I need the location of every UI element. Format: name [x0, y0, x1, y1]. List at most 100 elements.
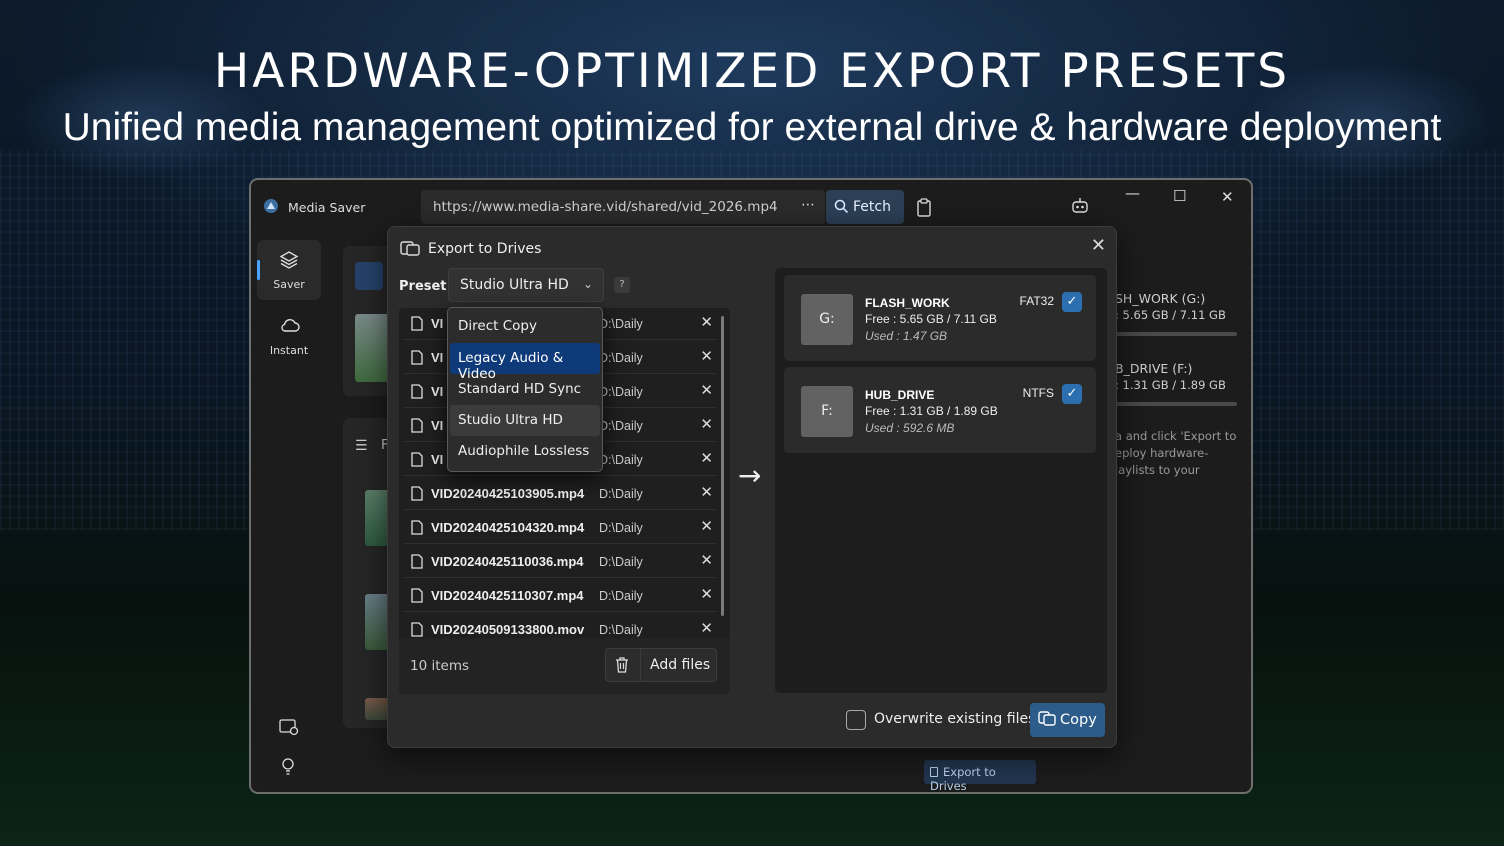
cloud-icon: [281, 319, 300, 332]
subheadline: Unified media management optimized for e…: [62, 106, 1442, 149]
file-icon: [411, 384, 423, 399]
hint-text: eploy hardware-: [1115, 446, 1209, 460]
file-path: D:\Daily: [599, 555, 643, 569]
dialog-close-button[interactable]: ✕: [1091, 235, 1106, 256]
remove-file-icon[interactable]: ✕: [700, 619, 713, 637]
remove-file-icon[interactable]: ✕: [700, 381, 713, 399]
file-icon: [411, 316, 423, 331]
file-row[interactable]: VID20240425103905.mp4 D:\Daily ✕: [403, 478, 717, 510]
divider: [640, 649, 641, 681]
close-button[interactable]: ✕: [1221, 188, 1234, 206]
lock-icon: [930, 767, 938, 777]
help-button[interactable]: ?: [614, 277, 630, 293]
file-icon: [411, 554, 423, 569]
sidebar-item-label: Instant: [269, 344, 309, 357]
drive-free-space: Free : 5.65 GB / 7.11 GB: [865, 312, 997, 326]
remove-file-icon[interactable]: ✕: [700, 551, 713, 569]
hint-text: a and click 'Export to: [1115, 429, 1237, 443]
overwrite-label: Overwrite existing files: [874, 711, 1036, 727]
file-icon: [411, 520, 423, 535]
remove-file-icon[interactable]: ✕: [700, 517, 713, 535]
export-to-drives-button[interactable]: Export to Drives: [924, 760, 1036, 792]
remove-file-icon[interactable]: ✕: [700, 347, 713, 365]
app-logo-icon: [264, 199, 278, 213]
drive-free-space: Free : 1.31 GB / 1.89 GB: [865, 404, 998, 418]
file-path: D:\Daily: [599, 317, 643, 331]
remove-file-icon[interactable]: ✕: [700, 483, 713, 501]
minimize-button[interactable]: —: [1125, 184, 1140, 202]
file-path: D:\Daily: [599, 589, 643, 603]
title-bar: Media Saver https://www.media-share.vid/…: [251, 180, 1251, 232]
drive-checkbox[interactable]: ✓: [1062, 384, 1082, 404]
copy-button[interactable]: Copy: [1030, 703, 1105, 737]
file-name: VID20240425110036.mp4: [431, 554, 584, 569]
selection-indicator: [257, 260, 260, 280]
layers-icon: [279, 251, 299, 269]
export-drive-icon: [400, 241, 420, 256]
headline: HARDWARE-OPTIMIZED EXPORT PRESETS: [213, 44, 1291, 99]
preset-option-direct-copy[interactable]: Direct Copy: [450, 311, 600, 342]
drive-letter: F:: [801, 386, 853, 437]
trash-icon[interactable]: [614, 656, 630, 674]
file-name: VID20240509133800.mov: [431, 622, 585, 637]
media-settings-icon[interactable]: [279, 718, 299, 736]
file-name: VI: [431, 384, 444, 399]
preset-option-standard-hd-sync[interactable]: Standard HD Sync: [450, 374, 600, 405]
file-name: VI: [431, 316, 444, 331]
drive-card[interactable]: F: HUB_DRIVE Free : 1.31 GB / 1.89 GB Us…: [784, 367, 1096, 453]
sidebar-item-instant[interactable]: Instant: [257, 306, 321, 366]
sidebar-item-saver[interactable]: Saver: [257, 240, 321, 300]
drive-filesystem: FAT32: [1019, 294, 1054, 308]
arrow-right-icon: →: [738, 459, 762, 492]
remove-file-icon[interactable]: ✕: [700, 415, 713, 433]
preset-dropdown: Direct Copy Legacy Audio & Video Standar…: [447, 307, 603, 472]
background-drive-space: : 1.31 GB / 1.89 GB: [1115, 378, 1226, 392]
dialog-title: Export to Drives: [428, 241, 542, 257]
drive-letter: G:: [801, 294, 853, 345]
file-list-footer: 10 items Add files: [399, 638, 730, 694]
preset-label: Preset: [399, 279, 447, 294]
remove-file-icon[interactable]: ✕: [700, 313, 713, 331]
file-path: D:\Daily: [599, 487, 643, 501]
file-path: D:\Daily: [599, 351, 643, 365]
drive-checkbox[interactable]: ✓: [1062, 292, 1082, 312]
more-options-icon[interactable]: ⋯: [801, 197, 815, 213]
drive-name: FLASH_WORK: [865, 296, 950, 310]
file-name: VI: [431, 452, 444, 467]
url-input[interactable]: https://www.media-share.vid/shared/vid_2…: [421, 190, 825, 224]
file-icon: [411, 350, 423, 365]
hint-text: laylists to your: [1115, 463, 1200, 477]
maximize-button[interactable]: ☐: [1173, 187, 1186, 205]
preset-option-audiophile-lossless[interactable]: Audiophile Lossless: [450, 436, 600, 467]
preset-value: Studio Ultra HD: [460, 277, 569, 293]
add-files-button[interactable]: Add files: [650, 657, 710, 673]
preset-select[interactable]: Studio Ultra HD ⌄: [448, 268, 604, 302]
drive-card[interactable]: G: FLASH_WORK Free : 5.65 GB / 7.11 GB U…: [784, 275, 1096, 361]
remove-file-icon[interactable]: ✕: [700, 585, 713, 603]
background-drive-name: SH_WORK (G:): [1115, 291, 1206, 306]
fetch-button[interactable]: Fetch: [826, 190, 904, 224]
drive-filesystem: NTFS: [1022, 386, 1054, 400]
layers-icon: [355, 262, 383, 290]
clipboard-icon[interactable]: [915, 198, 933, 218]
overwrite-checkbox[interactable]: [846, 710, 866, 730]
remove-file-icon[interactable]: ✕: [700, 449, 713, 467]
export-dialog: Export to Drives ✕ Preset Studio Ultra H…: [387, 226, 1117, 748]
assistant-bot-icon[interactable]: [1070, 196, 1090, 216]
background-drive-bar: [1115, 332, 1237, 336]
preset-option-legacy-audio-video[interactable]: Legacy Audio & Video: [450, 343, 600, 382]
file-row[interactable]: VID20240425110036.mp4 D:\Daily ✕: [403, 546, 717, 578]
file-name: VID20240425104320.mp4: [431, 520, 585, 535]
background-drive-bar: [1115, 402, 1237, 406]
preset-option-studio-ultra-hd[interactable]: Studio Ultra HD: [450, 405, 600, 436]
file-row[interactable]: VID20240425104320.mp4 D:\Daily ✕: [403, 512, 717, 544]
file-icon: [411, 622, 423, 637]
lightbulb-icon[interactable]: [281, 757, 295, 777]
drive-used-space: Used : 592.6 MB: [865, 421, 955, 435]
file-row[interactable]: VID20240425110307.mp4 D:\Daily ✕: [403, 580, 717, 612]
file-name: VID20240425103905.mp4: [431, 486, 585, 501]
scrollbar[interactable]: [721, 316, 724, 616]
background-drive-name: B_DRIVE (F:): [1115, 361, 1193, 376]
file-path: D:\Daily: [599, 521, 643, 535]
file-actions: Add files: [605, 648, 717, 682]
